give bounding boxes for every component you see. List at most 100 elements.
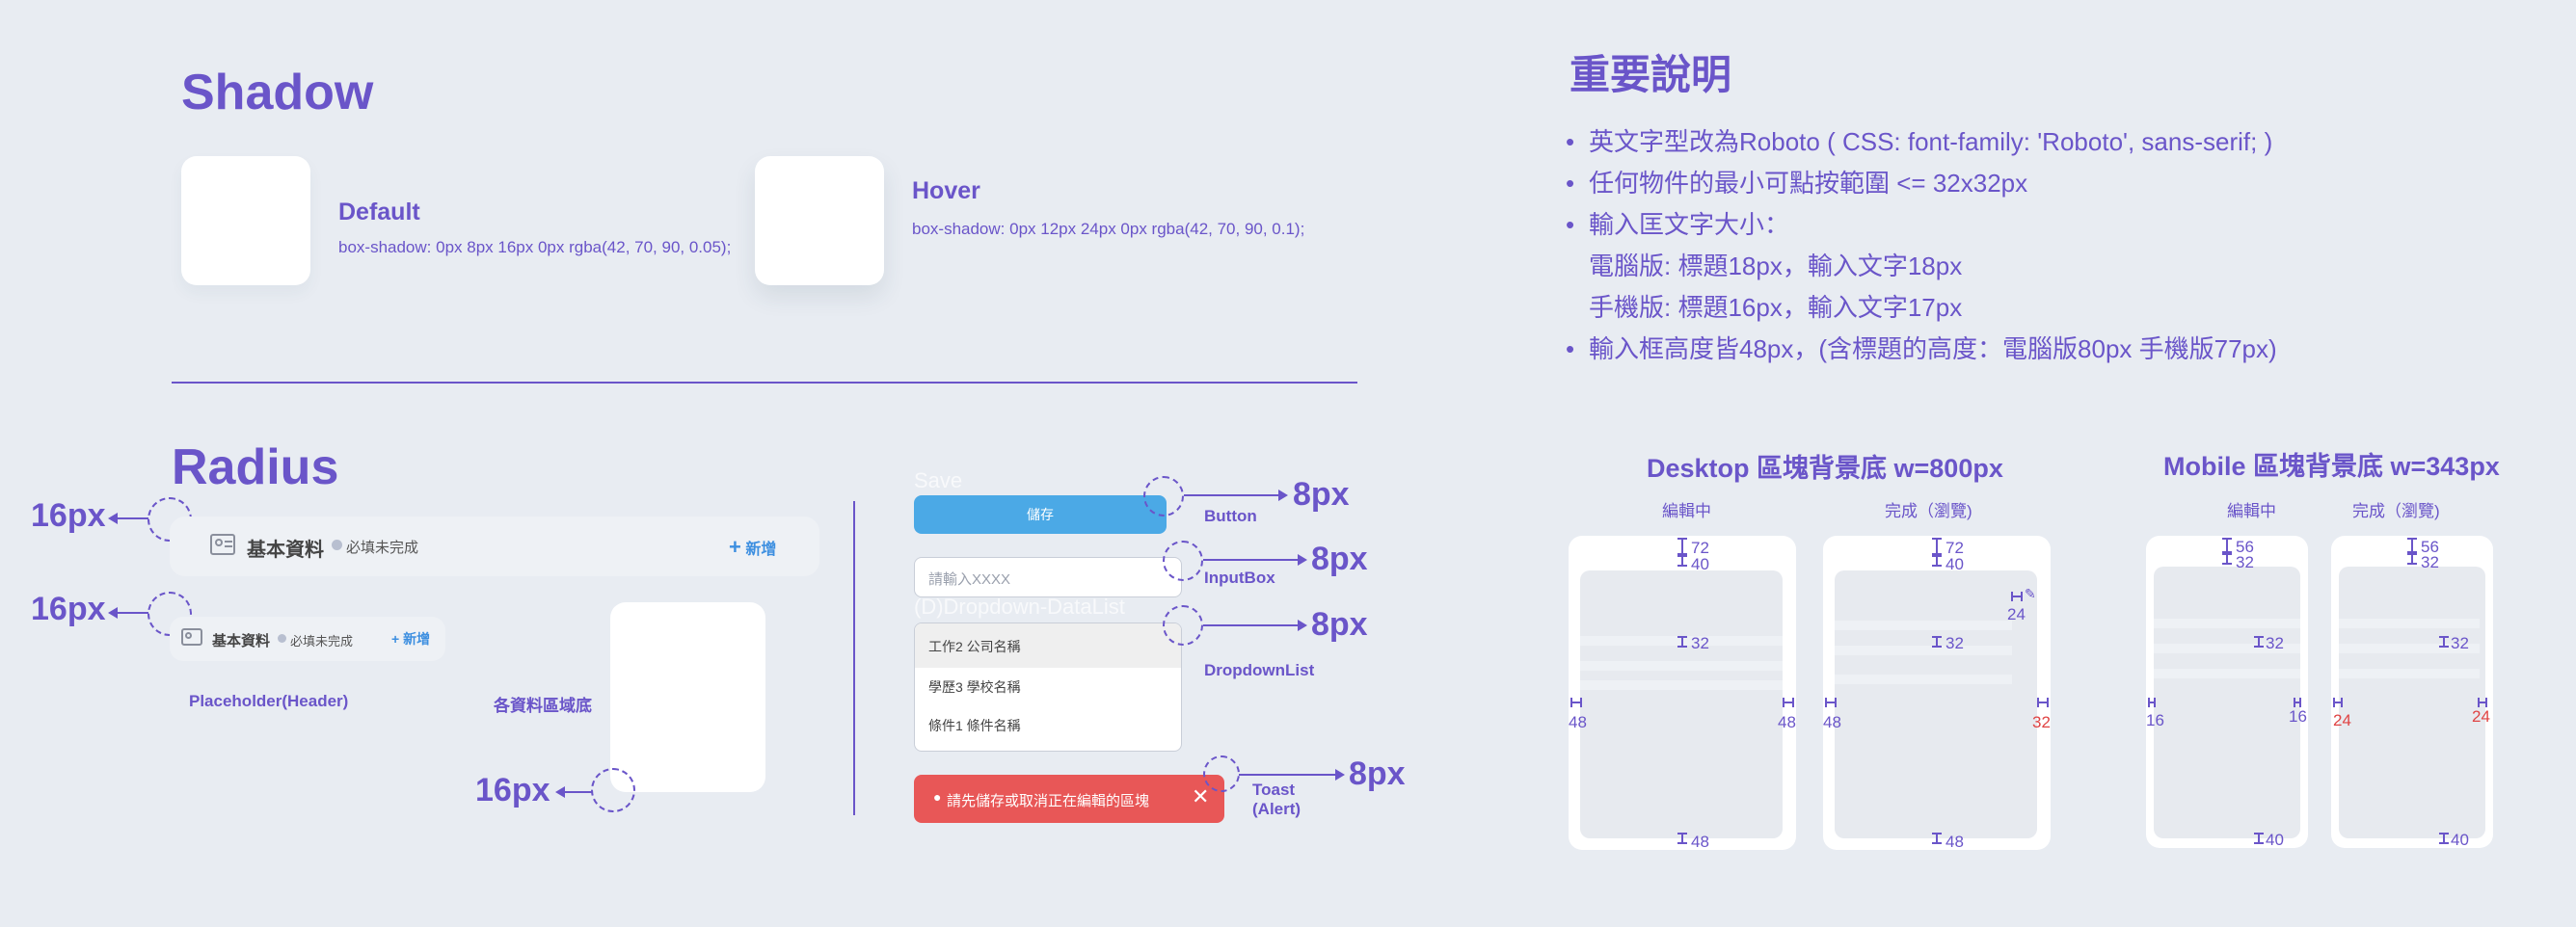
dim-label: 16 bbox=[2289, 707, 2307, 726]
dim-label: 48 bbox=[1691, 833, 1709, 851]
mobile-editing-frame: 56 32 32 16 16 40 bbox=[2146, 536, 2308, 849]
placeholder-header-label: Placeholder(Header) bbox=[189, 692, 349, 710]
profile-card-icon bbox=[210, 534, 235, 555]
header-title-small: 基本資料 bbox=[212, 633, 271, 649]
dropdown-item[interactable]: 條件1 條件名稱 bbox=[915, 706, 1181, 745]
dim-label: 40 bbox=[1945, 555, 1964, 573]
dim-label: 48 bbox=[1778, 713, 1796, 731]
radius-indicator-3 bbox=[591, 768, 635, 812]
radius-arrowhead-3 bbox=[555, 786, 565, 798]
ghost-dropdown-text: (D)Dropdown-DataList bbox=[914, 595, 1125, 619]
shadow-default-sample bbox=[181, 156, 310, 285]
dim-label: 32 bbox=[1945, 634, 1964, 652]
button-arrow bbox=[1184, 494, 1278, 496]
radius-arrow-1 bbox=[116, 517, 148, 519]
toast-arrow bbox=[1239, 774, 1335, 776]
desktop-title: Desktop 區塊背景底 w=800px bbox=[1647, 454, 2003, 483]
shadow-default-label: Default bbox=[338, 199, 420, 225]
dim-label: 40 bbox=[2451, 831, 2469, 849]
mobile-done-frame: 56 32 32 24 24 40 bbox=[2331, 536, 2493, 849]
input-arrowhead bbox=[1298, 554, 1307, 566]
radius-arrow-3 bbox=[563, 791, 592, 793]
toast-alert: ● 請先儲存或取消正在編輯的區塊 ✕ bbox=[914, 775, 1224, 823]
header-add-button-small[interactable]: + 新增 bbox=[391, 629, 430, 649]
button-radius-value: 8px bbox=[1293, 476, 1350, 513]
shadow-title: Shadow bbox=[181, 65, 374, 120]
note-item: 手機版: 標題16px，輸入文字17px bbox=[1589, 293, 1963, 322]
dim-label: 32 bbox=[2451, 634, 2469, 652]
plus-icon: + bbox=[729, 535, 741, 559]
dim-label: 24 bbox=[2472, 707, 2490, 726]
dropdown-item-label: 條件1 條件名稱 bbox=[928, 718, 1021, 733]
desktop-editing-frame: 72 40 32 48 48 48 bbox=[1569, 536, 1796, 851]
desktop-done-label: 完成（瀏覽) bbox=[1885, 502, 1972, 520]
toast-name-line1: Toast bbox=[1252, 781, 1296, 799]
profile-card-icon-small bbox=[181, 628, 202, 646]
note-item: 任何物件的最小可點按範圍 <= 32x32px bbox=[1566, 163, 2277, 204]
shadow-hover-sample bbox=[755, 156, 884, 285]
shadow-hover-css: box-shadow: 0px 12px 24px 0px rgba(42, 7… bbox=[912, 220, 1305, 238]
input-name: InputBox bbox=[1204, 569, 1275, 587]
header-title: 基本資料 bbox=[247, 540, 324, 561]
save-button-label: 儲存 bbox=[1027, 507, 1054, 522]
ghost-save-text: Save bbox=[914, 468, 963, 492]
dim-label: 40 bbox=[2266, 831, 2284, 849]
dim-label: 32 bbox=[2032, 713, 2051, 731]
toast-name-line2: (Alert) bbox=[1252, 800, 1301, 818]
dim-label: 48 bbox=[1569, 713, 1587, 731]
dim-label: 32 bbox=[1691, 634, 1709, 652]
edit-pencil-icon: ✎ bbox=[2025, 586, 2036, 601]
radius-arrow-2 bbox=[116, 612, 148, 614]
radius-title: Radius bbox=[172, 439, 339, 495]
dim-label: 32 bbox=[2421, 553, 2439, 571]
dropdown-arrow bbox=[1203, 624, 1298, 626]
radius-arrowhead-2 bbox=[108, 607, 118, 619]
notes-list: 英文字型改為Roboto ( CSS: font-family: 'Roboto… bbox=[1566, 121, 2277, 370]
status-dot-icon-small bbox=[278, 634, 286, 643]
dim-label: 32 bbox=[2236, 553, 2254, 571]
note-item: 電腦版: 標題18px，輸入文字18px bbox=[1589, 252, 1963, 280]
toast-radius-value: 8px bbox=[1349, 755, 1406, 792]
dim-label: 16 bbox=[2146, 711, 2164, 729]
dropdown-item[interactable]: 學歷3 學校名稱 bbox=[915, 668, 1181, 706]
data-block-sample bbox=[610, 602, 765, 792]
dropdown-arrowhead bbox=[1298, 620, 1307, 631]
radius-16px-label-1: 16px bbox=[31, 497, 106, 534]
dropdown-item[interactable]: 工作2 公司名稱 bbox=[915, 623, 1181, 668]
button-radius-indicator bbox=[1143, 476, 1184, 516]
dim-label: 48 bbox=[1823, 713, 1841, 731]
shadow-default-css: box-shadow: 0px 8px 16px 0px rgba(42, 70… bbox=[338, 238, 732, 256]
close-icon[interactable]: ✕ bbox=[1192, 784, 1209, 809]
mobile-done-label: 完成（瀏覽) bbox=[2352, 502, 2440, 520]
header-add-button[interactable]: + 新增 bbox=[729, 535, 776, 560]
save-button[interactable]: 儲存 bbox=[914, 495, 1167, 534]
block-bg-label: 各資料區域底 bbox=[494, 697, 592, 715]
toast-radius-indicator bbox=[1203, 755, 1240, 792]
plus-icon-small: + bbox=[391, 631, 400, 647]
toast-name: Toast (Alert) bbox=[1252, 781, 1301, 819]
input-box[interactable]: 請輸入XXXX bbox=[914, 557, 1182, 597]
mobile-title: Mobile 區塊背景底 w=343px bbox=[2163, 452, 2500, 481]
vertical-divider bbox=[853, 501, 855, 815]
dropdown-name: DropdownList bbox=[1204, 661, 1315, 679]
dim-label: 40 bbox=[1691, 555, 1709, 573]
toast-text: 請先儲存或取消正在編輯的區塊 bbox=[947, 793, 1150, 809]
header-add-label-small: 新增 bbox=[403, 631, 431, 647]
note-item: 輸入框高度皆48px，(含標題的高度：電腦版80px 手機版77px) bbox=[1566, 329, 2277, 370]
input-placeholder: 請輸入XXXX bbox=[928, 571, 1011, 588]
header-status: 必填未完成 bbox=[346, 540, 419, 556]
dropdown-list: 工作2 公司名稱 學歷3 學校名稱 條件1 條件名稱 bbox=[914, 622, 1182, 752]
toast-arrowhead bbox=[1335, 769, 1345, 781]
notes-title: 重要說明 bbox=[1570, 52, 1732, 97]
dim-label: 48 bbox=[1945, 833, 1964, 851]
dim-label: 24 bbox=[2007, 605, 2026, 623]
header-add-label: 新增 bbox=[745, 542, 777, 558]
dropdown-item-label: 學歷3 學校名稱 bbox=[928, 679, 1021, 695]
dropdown-item-label: 工作2 公司名稱 bbox=[928, 639, 1021, 654]
radius-16px-label-3: 16px bbox=[475, 772, 550, 808]
dim-label: 32 bbox=[2266, 634, 2284, 652]
desktop-editing-label: 編輯中 bbox=[1662, 502, 1711, 520]
header-bar-small: 基本資料 必填未完成 + 新增 bbox=[170, 617, 445, 661]
shadow-hover-label: Hover bbox=[912, 177, 980, 204]
status-dot-icon bbox=[332, 540, 342, 550]
